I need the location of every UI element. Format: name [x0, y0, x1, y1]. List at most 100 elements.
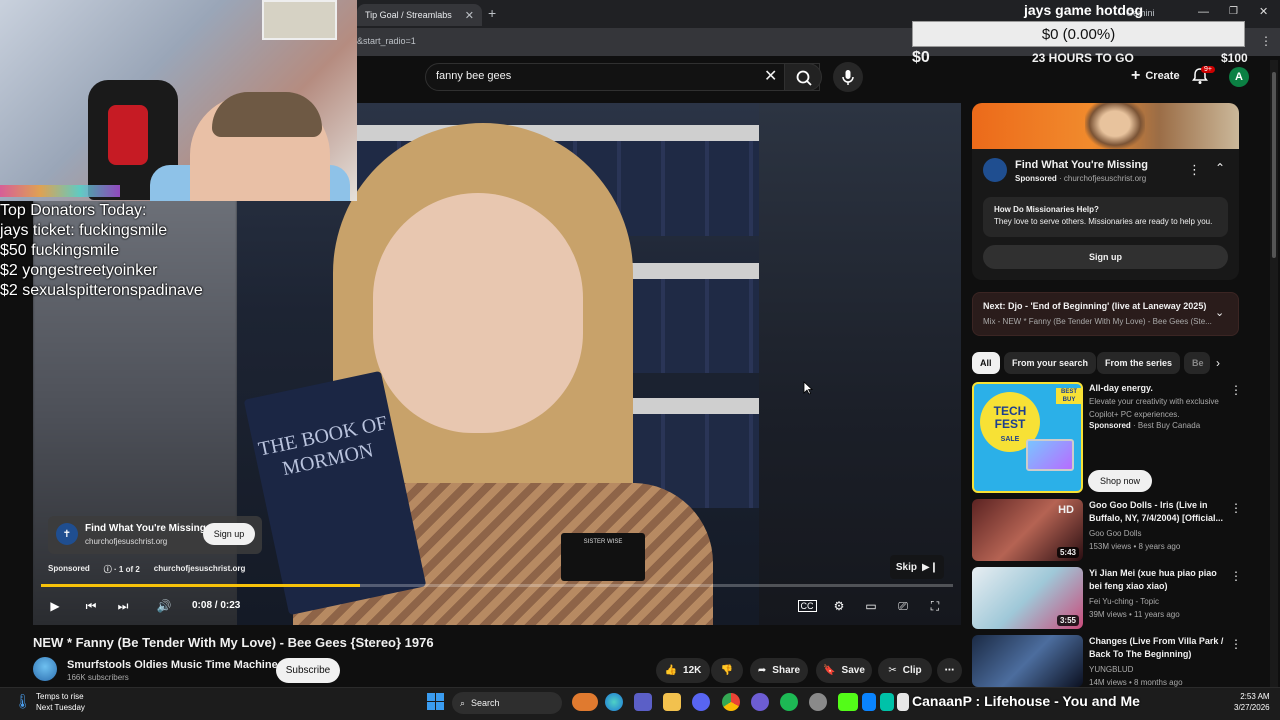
sponsor-menu-icon[interactable]: ⋮ [1188, 162, 1201, 178]
search-input[interactable]: fanny bee gees [436, 70, 511, 82]
minimize-window-icon[interactable]: — [1198, 6, 1209, 18]
expand-chevron-icon[interactable]: ⌄ [1215, 306, 1224, 319]
theater-mode-button[interactable]: ▭ [862, 597, 880, 615]
up-next-box[interactable] [972, 292, 1239, 336]
video-thumbnail[interactable]: 3:55 [972, 567, 1083, 629]
video-thumbnail[interactable]: HD 5:43 [972, 499, 1083, 561]
clock-time: 2:53 AM [1240, 692, 1270, 701]
channel-avatar[interactable] [33, 657, 57, 681]
play-icon: ▶ [50, 599, 60, 613]
system-clock[interactable]: 2:53 AM 3/27/2026 [1234, 691, 1270, 713]
related-video-title[interactable]: Yi Jian Mei (xue hua piao piao bei feng … [1089, 567, 1224, 593]
subscribe-button[interactable]: Subscribe [276, 658, 340, 683]
tab-label: Tip Goal / Streamlabs [365, 10, 452, 20]
ad-title[interactable]: Find What You're Missing [85, 523, 206, 534]
clear-search-icon[interactable]: ✕ [764, 66, 777, 86]
collapse-chevron-icon[interactable]: ⌃ [1215, 161, 1225, 175]
clip-label: Clip [902, 665, 922, 676]
ad-meta: Sponsored ⓘ · 1 of 2 churchofjesuschrist… [48, 564, 245, 575]
share-button[interactable]: ➦ Share [750, 658, 808, 683]
skip-ad-button[interactable]: Skip ▶❙ [890, 555, 944, 579]
widget-icon[interactable] [572, 693, 598, 711]
browser-menu-icon[interactable]: ⋮ [1260, 34, 1272, 48]
close-window-icon[interactable]: ✕ [1259, 5, 1268, 18]
tech-fest-sale: SALE [1000, 436, 1020, 443]
fullscreen-button[interactable]: ⛶ [926, 597, 944, 615]
sponsor-signup-button[interactable]: Sign up [983, 245, 1228, 269]
edge-icon[interactable] [605, 693, 623, 711]
settings-button[interactable]: ⚙ [830, 597, 848, 615]
taskbar-search[interactable]: ⌕ Search [452, 692, 562, 714]
chips-next-arrow-icon[interactable]: › [1216, 356, 1220, 370]
next-button[interactable]: ⏭ [114, 597, 132, 615]
shop-now-button[interactable]: Shop now [1088, 470, 1152, 492]
voice-search-button[interactable] [833, 62, 863, 92]
previous-button[interactable]: ⏮ [82, 597, 100, 615]
taskbar-search-label: Search [471, 698, 500, 708]
video-menu-icon[interactable]: ⋮ [1230, 501, 1242, 515]
kick-icon[interactable] [838, 693, 858, 711]
file-explorer-icon[interactable] [663, 693, 681, 711]
bestbuy-ad-menu-icon[interactable]: ⋮ [1230, 383, 1242, 397]
ad-domain[interactable]: churchofjesuschrist.org [154, 564, 246, 575]
bestbuy-ad-title[interactable]: All-day energy. [1089, 382, 1224, 395]
more-actions-button[interactable]: ⋯ [937, 658, 962, 683]
weather-headline[interactable]: Temps to rise [36, 692, 84, 701]
up-next-title[interactable]: Next: Djo - 'End of Beginning' (live at … [983, 301, 1206, 311]
sponsor-title[interactable]: Find What You're Missing [1015, 159, 1148, 171]
teams-icon[interactable] [634, 693, 652, 711]
close-tab-icon[interactable]: ✕ [465, 9, 474, 22]
chrome-icon[interactable] [722, 693, 740, 711]
like-button[interactable]: 👍 12K [656, 658, 710, 683]
app-icon[interactable] [880, 693, 894, 711]
next-icon: ⏭ [117, 598, 129, 613]
streamer-hair [212, 92, 322, 137]
page-scrollbar-thumb[interactable] [1272, 72, 1276, 258]
app-icon[interactable] [897, 693, 909, 711]
video-menu-icon[interactable]: ⋮ [1230, 637, 1242, 651]
create-button[interactable]: + Create [1123, 64, 1188, 88]
browser-tab-streamlabs[interactable]: Tip Goal / Streamlabs ✕ [357, 4, 482, 26]
chip-all[interactable]: All [972, 352, 1000, 374]
settings-icon[interactable] [809, 693, 827, 711]
new-tab-icon[interactable]: + [488, 5, 496, 21]
mouse-cursor-icon [803, 381, 813, 395]
clip-button[interactable]: ✂ Clip [878, 658, 932, 683]
chip-more[interactable]: Be [1184, 352, 1210, 374]
maximize-window-icon[interactable]: ❐ [1229, 6, 1238, 17]
related-video-channel[interactable]: YUNGBLUD [1089, 663, 1133, 676]
app-icon[interactable] [862, 693, 876, 711]
start-button[interactable] [427, 693, 444, 715]
scissors-icon: ✂ [888, 665, 897, 676]
volume-button[interactable]: 🔊 [155, 597, 173, 615]
ad-count-text: 1 of 2 [118, 565, 140, 574]
ad-sponsored-label: Sponsored [48, 564, 90, 573]
related-video-channel[interactable]: Fei Yu-ching - Topic [1089, 595, 1159, 608]
video-duration: 5:43 [1056, 547, 1079, 558]
spotify-icon[interactable] [780, 693, 798, 711]
related-video-title[interactable]: Goo Goo Dolls - Iris (Live in Buffalo, N… [1089, 499, 1224, 525]
obs-icon[interactable] [751, 693, 769, 711]
captions-button[interactable]: CC [797, 597, 817, 615]
search-button[interactable] [784, 63, 822, 91]
ad-signup-button[interactable]: Sign up [203, 523, 255, 545]
weather-subline: Next Tuesday [36, 703, 85, 712]
donator-line: $2 yongestreetyoinker [0, 262, 158, 279]
related-video-channel[interactable]: Goo Goo Dolls [1089, 527, 1141, 540]
account-avatar[interactable]: A [1229, 67, 1249, 87]
save-button[interactable]: 🔖 Save [816, 658, 872, 683]
person-face [373, 193, 583, 433]
chip-from-the-series[interactable]: From the series [1097, 352, 1181, 374]
dislike-button[interactable]: 👎 [711, 658, 743, 683]
weather-icon[interactable]: 🌡 [14, 693, 32, 710]
related-video-title[interactable]: Changes (Live From Villa Park / Back To … [1089, 635, 1224, 661]
bestbuy-ad-thumbnail[interactable]: TECH FEST SALE BEST BUY [972, 382, 1083, 493]
play-button[interactable]: ▶ [46, 597, 64, 615]
theater-icon: ▭ [865, 599, 877, 613]
video-thumbnail[interactable] [972, 635, 1083, 687]
discord-icon[interactable] [692, 693, 710, 711]
chip-from-your-search[interactable]: From your search [1004, 352, 1097, 374]
cast-button[interactable]: ⎚ [894, 597, 912, 615]
video-menu-icon[interactable]: ⋮ [1230, 569, 1242, 583]
channel-name[interactable]: Smurfstools Oldies Music Time Machine [67, 659, 278, 671]
